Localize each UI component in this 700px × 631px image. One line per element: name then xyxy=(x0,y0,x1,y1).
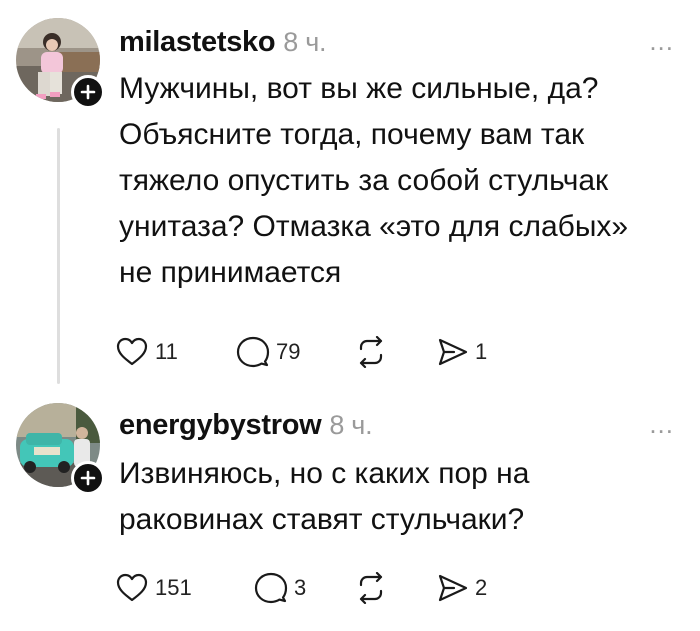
like-button[interactable]: 151 xyxy=(115,568,192,608)
username-text: energybystrow xyxy=(119,409,322,441)
comment-bubble-icon xyxy=(254,572,288,604)
more-dots-icon[interactable]: ... xyxy=(649,26,674,57)
thread-line xyxy=(57,128,60,384)
like-count: 151 xyxy=(155,575,192,600)
like-button[interactable]: 11 xyxy=(115,332,178,372)
comment-button[interactable]: 3 xyxy=(254,568,306,608)
post-text: Извиняюсь, но с каких пор на раковинах с… xyxy=(119,451,684,543)
post-time: 8 ч. xyxy=(329,410,373,440)
post-text-line: унитаза? Отмазка «это для слабых» xyxy=(119,210,629,243)
post-2: energybystrow 8 ч. ... Извиняюсь, но с ка… xyxy=(0,395,700,631)
username[interactable]: milastetsko 8 ч. xyxy=(119,26,326,59)
share-count: 2 xyxy=(475,575,488,600)
share-count: 1 xyxy=(475,339,488,364)
post-text-line: Мужчины, вот вы же сильные, да? xyxy=(119,72,599,105)
repost-arrows-icon xyxy=(359,572,383,604)
comment-button[interactable]: 79 xyxy=(236,332,300,372)
post-text-line: тяжело опустить за собой стульчак xyxy=(119,164,609,197)
follow-button[interactable] xyxy=(71,75,105,109)
heart-icon xyxy=(116,573,148,602)
heart-icon xyxy=(116,337,148,366)
repost-button[interactable] xyxy=(355,568,387,608)
plus-icon xyxy=(80,470,96,486)
send-icon xyxy=(438,574,468,602)
username[interactable]: energybystrow 8 ч. xyxy=(119,409,373,442)
comment-bubble-icon xyxy=(236,336,270,368)
like-count: 11 xyxy=(155,339,178,364)
post-time: 8 ч. xyxy=(283,27,327,57)
comment-count: 79 xyxy=(276,339,301,364)
repost-arrows-icon xyxy=(359,336,383,368)
post-1: milastetsko 8 ч. ... Мужчины, вот вы же с… xyxy=(0,0,700,395)
post-text-line: Объясните тогда, почему вам так xyxy=(119,118,585,151)
plus-icon xyxy=(80,84,96,100)
username-text: milastetsko xyxy=(119,26,276,58)
more-dots-icon[interactable]: ... xyxy=(649,409,674,440)
post-text: Мужчины, вот вы же сильные, да? Объяснит… xyxy=(119,66,684,296)
comment-count: 3 xyxy=(294,575,307,600)
share-button[interactable]: 1 xyxy=(437,332,487,372)
post-text-line: Извиняюсь, но с каких пор на xyxy=(119,457,530,490)
post-text-line: не принимается xyxy=(119,256,342,289)
send-icon xyxy=(438,338,468,366)
share-button[interactable]: 2 xyxy=(437,568,487,608)
repost-button[interactable] xyxy=(355,332,387,372)
post-text-line: раковинах ставят стульчаки? xyxy=(119,503,525,536)
follow-button[interactable] xyxy=(71,461,105,495)
